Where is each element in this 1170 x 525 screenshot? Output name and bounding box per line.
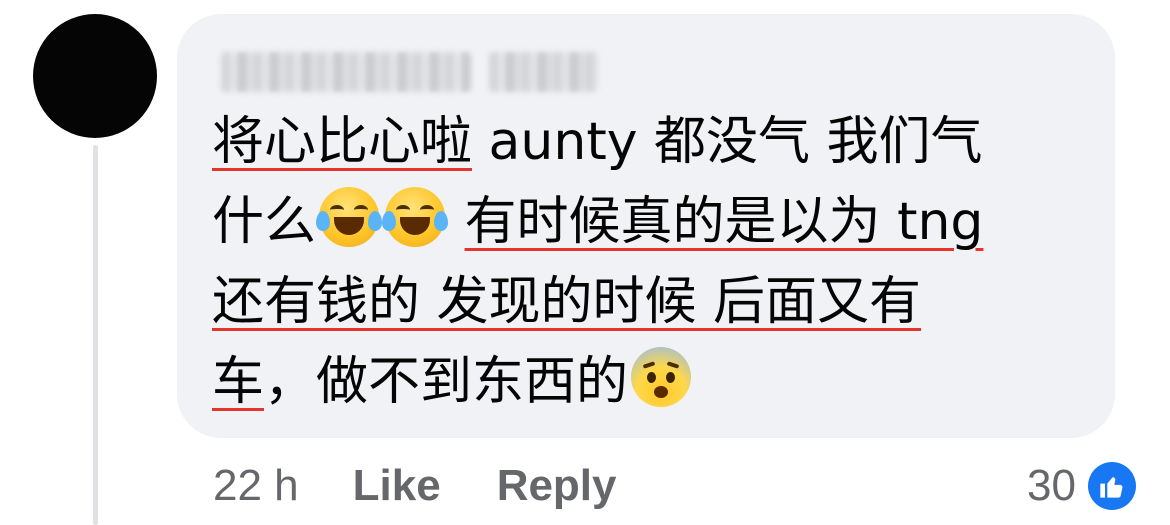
comment-bubble: 将心比心啦 aunty 都没气 我们气 什么 有时候真的是以为 tng 还有钱的 发…: [177, 14, 1115, 438]
comment-text-segment: aunty 都没气 我们气: [472, 112, 983, 172]
comment-actions: 22 h Like Reply: [213, 456, 673, 516]
author-first-name-blur: [221, 52, 471, 92]
comment-line: 将心比心啦 aunty 都没气 我们气: [212, 102, 1092, 182]
laughing-tears-icon: [316, 187, 383, 247]
avatar[interactable]: [33, 14, 157, 138]
fearful-face-icon: [631, 347, 692, 407]
misspelling-underlined-text: 还有钱的 发现的时候 后面又有: [212, 272, 922, 332]
timestamp[interactable]: 22 h: [213, 461, 299, 511]
reaction-summary[interactable]: 30: [1027, 457, 1136, 515]
thumbs-up-icon: [1088, 462, 1136, 510]
misspelling-underlined-text: 将心比心啦: [212, 112, 473, 172]
thread-line: [93, 145, 98, 525]
reaction-count: 30: [1027, 461, 1076, 510]
author-name-redacted[interactable]: [221, 52, 599, 92]
misspelling-underlined-text: 有时候真的是以为 tng: [464, 192, 984, 252]
comment-text: 将心比心啦 aunty 都没气 我们气 什么 有时候真的是以为 tng 还有钱的 发…: [212, 102, 1092, 422]
comment-text-segment: [448, 192, 465, 252]
comment-line: 车，做不到东西的: [212, 342, 1092, 422]
reply-button[interactable]: Reply: [497, 461, 617, 511]
author-last-name-blur: [489, 52, 599, 92]
laughing-tears-icon: [382, 187, 449, 247]
comment-line: 还有钱的 发现的时候 后面又有: [212, 262, 1092, 342]
comment-line: 什么 有时候真的是以为 tng: [212, 182, 1092, 262]
like-button[interactable]: Like: [353, 461, 441, 511]
misspelling-underlined-text: 车: [212, 352, 265, 412]
comment-text-segment: 什么: [212, 192, 317, 252]
comment-text-segment: ，做不到东西的: [264, 352, 629, 412]
